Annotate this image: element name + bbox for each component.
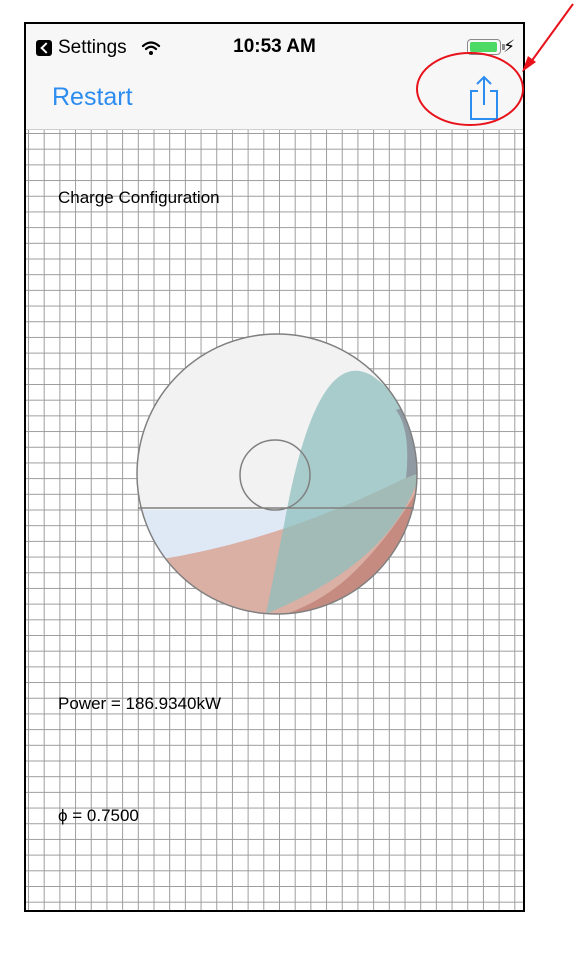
share-icon[interactable] [466,75,502,121]
phone-screen: Settings 10:53 AM ⚡︎ Restart Charge Conf… [24,22,525,912]
battery-icon [467,39,505,55]
navigation-bar: Restart [26,69,523,130]
restart-button[interactable]: Restart [52,83,133,112]
bolt-icon: ⚡︎ [503,37,515,56]
charge-configuration-diagram [136,333,418,615]
power-label: Power = 186.9340kW [58,694,222,713]
battery-level [470,42,497,52]
phi-label: ϕ = 0.7500 [58,806,139,825]
grid-canvas: Charge Configuration Power = 186.9340kW … [26,130,523,910]
annotation-arrow-line [527,3,574,67]
status-bar: Settings 10:53 AM ⚡︎ [26,24,523,69]
clock: 10:53 AM [233,36,316,57]
